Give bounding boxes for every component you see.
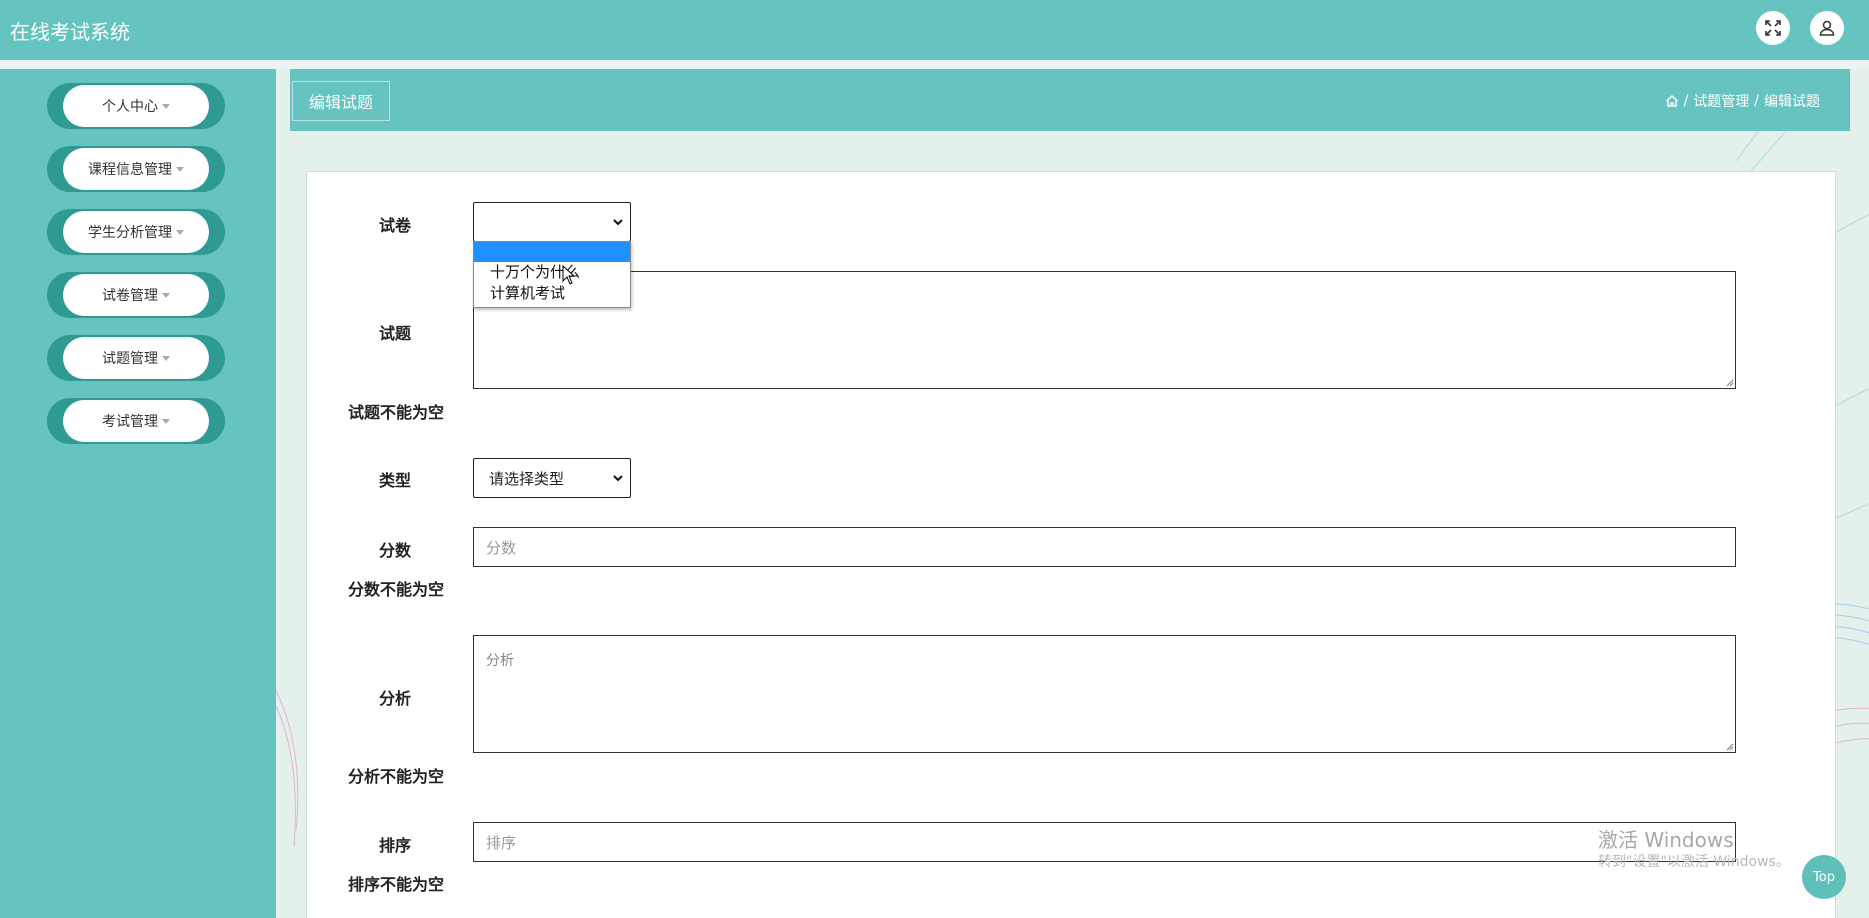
order-error: 排序不能为空 [348,875,445,894]
sidebar-item-paper-management[interactable]: 试卷管理 [47,272,225,318]
order-label: 排序 [378,836,411,855]
dropdown-option[interactable]: 计算机考试 [474,283,630,304]
analysis-textarea[interactable]: 分析 [473,635,1736,753]
sidebar-item-label: 试卷管理 [102,288,158,304]
paper-label: 试卷 [378,216,411,235]
sidebar-item-label: 课程信息管理 [88,162,172,178]
caret-down-icon [162,418,170,424]
type-label: 类型 [378,471,411,490]
page-title-tab: 编辑试题 [292,81,390,121]
sidebar-item-pill[interactable]: 课程信息管理 [63,148,209,190]
chevron-down-icon [613,219,623,226]
caret-down-icon [162,355,170,361]
sidebar-item-label: 试题管理 [102,351,158,367]
expand-icon [1765,20,1781,36]
user-button[interactable] [1810,11,1844,45]
caret-down-icon [162,103,170,109]
sidebar-item-course-info[interactable]: 课程信息管理 [47,146,225,192]
sidebar-item-pill[interactable]: 试题管理 [63,337,209,379]
app-title: 在线考试系统 [10,20,130,44]
user-icon [1819,20,1835,36]
type-select[interactable]: 请选择类型 [473,458,631,498]
page-header: 编辑试题 / 试题管理 / 编辑试题 [290,69,1850,131]
caret-down-icon [176,229,184,235]
resize-grip-icon[interactable] [1724,741,1734,751]
chevron-down-icon [613,475,623,482]
breadcrumb-separator: / [1754,93,1759,109]
analysis-label: 分析 [378,689,411,708]
sidebar: 个人中心 课程信息管理 学生分析管理 试卷管理 试题管理 考试管理 [0,69,276,918]
activation-watermark-title: 激活 Windows [1598,828,1734,852]
back-to-top-button[interactable]: Top [1802,855,1846,899]
top-bar: 在线考试系统 [0,0,1869,60]
breadcrumb: / 试题管理 / 编辑试题 [1665,91,1820,111]
question-textarea[interactable] [473,271,1736,389]
question-label: 试题 [378,324,411,343]
mouse-cursor-icon [562,265,576,285]
dropdown-option[interactable] [474,242,630,262]
top-bar-divider [0,60,1869,69]
sidebar-item-pill[interactable]: 考试管理 [63,400,209,442]
type-select-value: 请选择类型 [489,469,565,488]
analysis-placeholder: 分析 [486,653,514,669]
caret-down-icon [176,166,184,172]
score-input[interactable]: 分数 [473,527,1736,567]
order-input[interactable]: 排序 [473,822,1736,862]
sidebar-item-student-analysis[interactable]: 学生分析管理 [47,209,225,255]
sidebar-item-pill[interactable]: 个人中心 [63,85,209,127]
paper-select[interactable] [473,202,631,242]
home-icon[interactable] [1665,94,1679,108]
question-error: 试题不能为空 [348,403,445,422]
paper-dropdown-list: 十万个为什么 计算机考试 [473,241,631,308]
sidebar-item-pill[interactable]: 试卷管理 [63,274,209,316]
sidebar-item-question-management[interactable]: 试题管理 [47,335,225,381]
score-label: 分数 [378,541,411,560]
sidebar-item-label: 学生分析管理 [88,225,172,241]
sidebar-item-label: 考试管理 [102,414,158,430]
fullscreen-button[interactable] [1756,11,1790,45]
sidebar-item-exam-management[interactable]: 考试管理 [47,398,225,444]
sidebar-item-pill[interactable]: 学生分析管理 [63,211,209,253]
activation-watermark-subtitle: 转到"设置"以激活 Windows。 [1598,854,1790,870]
analysis-error: 分析不能为空 [348,767,445,786]
score-placeholder: 分数 [486,538,517,557]
order-placeholder: 排序 [486,833,517,852]
dropdown-option[interactable]: 十万个为什么 [474,262,630,283]
resize-grip-icon[interactable] [1724,377,1734,387]
score-error: 分数不能为空 [348,580,445,599]
caret-down-icon [162,292,170,298]
sidebar-item-personal-center[interactable]: 个人中心 [47,83,225,129]
breadcrumb-separator: / [1683,93,1689,109]
breadcrumb-current: 编辑试题 [1764,94,1820,110]
breadcrumb-parent[interactable]: 试题管理 [1693,91,1749,111]
sidebar-item-label: 个人中心 [102,99,158,115]
